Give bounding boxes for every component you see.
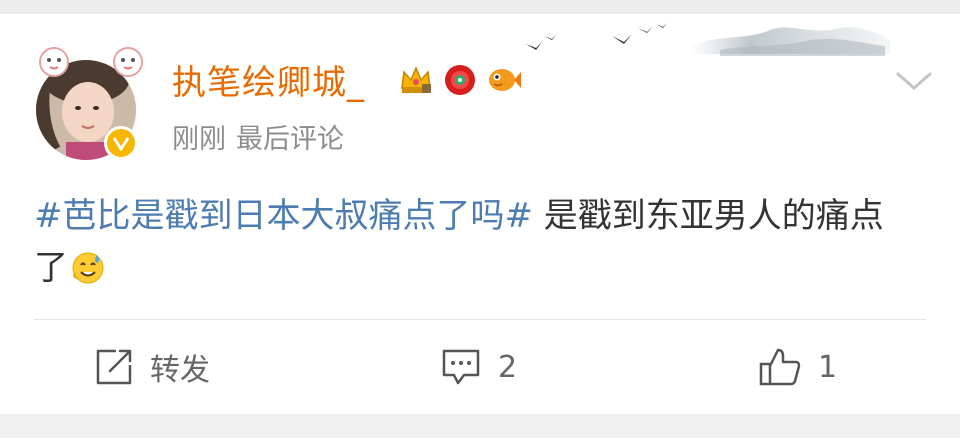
like-icon	[759, 348, 801, 386]
fish-badge-icon[interactable]	[486, 62, 522, 98]
chevron-down-icon[interactable]	[894, 66, 934, 96]
bird-icon	[656, 23, 667, 28]
repost-label: 转发	[150, 353, 210, 388]
avatar-frame-decoration	[39, 47, 143, 77]
like-count: 1	[818, 349, 838, 385]
smile-sweat-emoji-icon	[72, 252, 104, 284]
crown-badge-icon[interactable]	[398, 62, 434, 98]
username[interactable]: 执笔绘卿城_	[172, 60, 365, 106]
user-avatar[interactable]	[36, 36, 146, 160]
comment-icon	[442, 349, 480, 385]
bird-icon	[526, 42, 542, 50]
bird-icon	[612, 34, 632, 44]
post-time: 刚刚	[172, 124, 226, 155]
post-content: #芭比是戳到日本大叔痛点了吗# 是戳到东亚男人的痛点了	[34, 190, 914, 294]
action-bar: 转发 2 1	[0, 320, 960, 414]
post-meta-action: 最后评论	[236, 124, 344, 155]
bottom-strip	[0, 414, 960, 438]
repost-button[interactable]: 转发	[94, 344, 210, 390]
post-meta: 刚刚 最后评论	[172, 122, 344, 158]
bird-icon	[638, 26, 653, 33]
red-flower-badge-icon[interactable]	[442, 62, 478, 98]
like-button[interactable]: 1	[758, 344, 837, 390]
comment-button[interactable]: 2	[440, 344, 517, 390]
landscape-decoration	[526, 23, 890, 56]
user-badges	[398, 62, 522, 98]
comment-count: 2	[498, 349, 518, 385]
bird-icon	[544, 34, 557, 40]
topic-link[interactable]: #芭比是戳到日本大叔痛点了吗#	[34, 196, 533, 236]
repost-icon	[96, 349, 132, 385]
verified-badge-icon	[104, 126, 138, 160]
